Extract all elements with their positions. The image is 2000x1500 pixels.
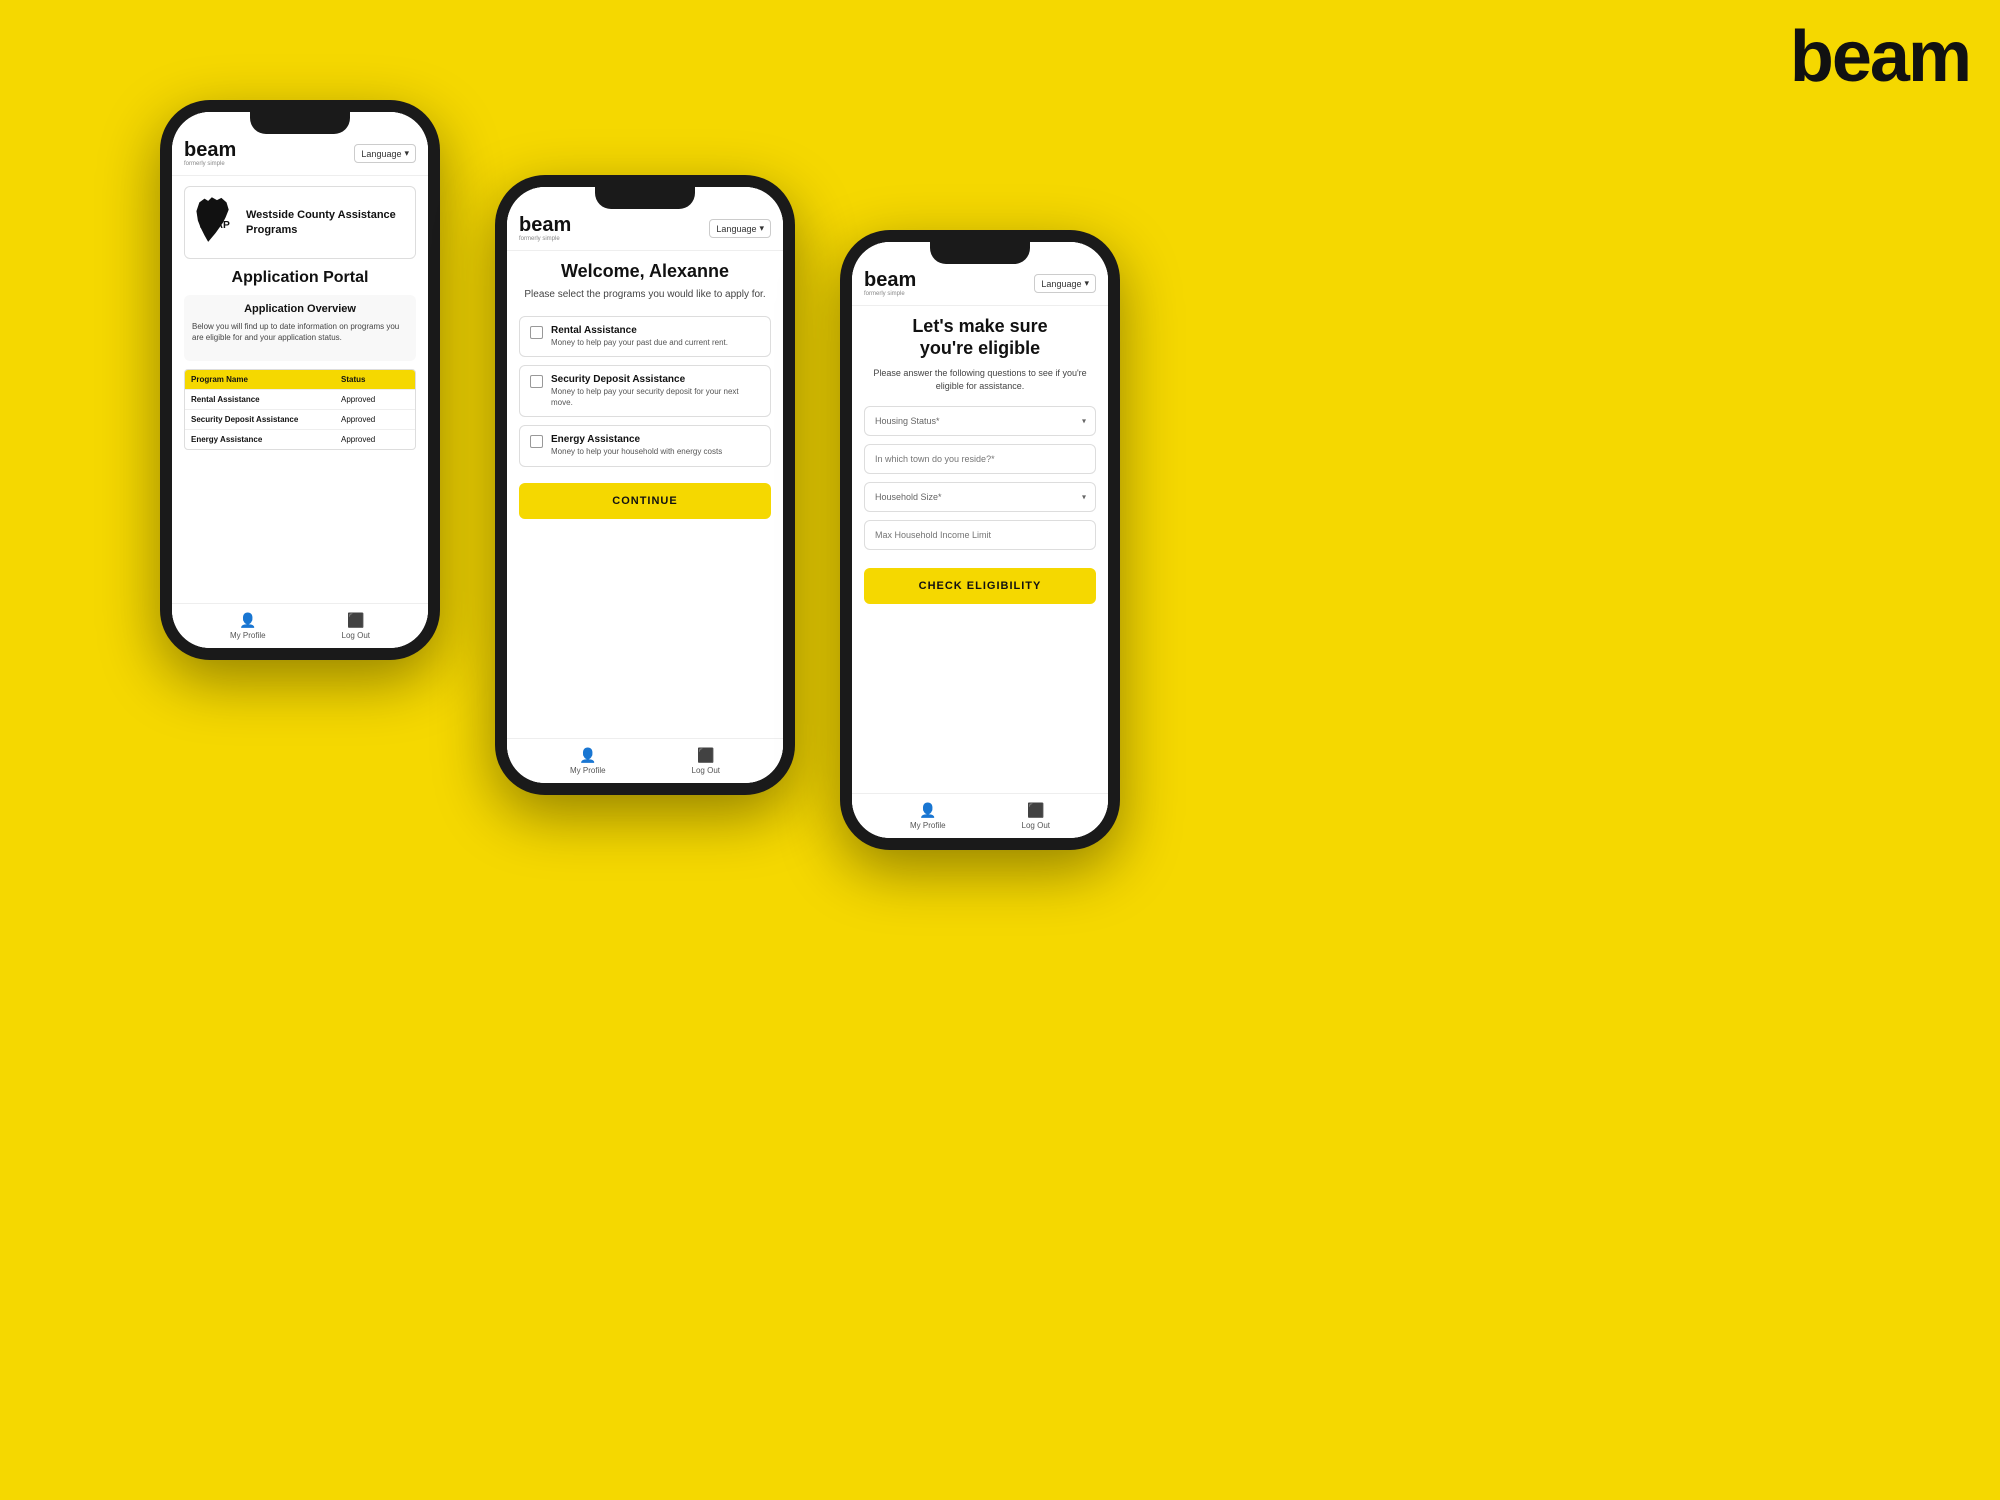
profile-label-3: My Profile xyxy=(910,821,946,830)
wcap-logo-icon: W CAP xyxy=(193,195,238,250)
notch-2 xyxy=(595,187,695,209)
check-eligibility-button[interactable]: CHECK ELIGIBILITY xyxy=(864,568,1096,604)
screen-1-body: W CAP Westside County Assistance Program… xyxy=(172,176,428,603)
profile-label-2: My Profile xyxy=(570,766,606,775)
profile-icon-3: 👤 xyxy=(919,802,936,819)
eligibility-description: Please answer the following questions to… xyxy=(864,367,1096,392)
checkbox-energy[interactable] xyxy=(530,435,543,448)
eligibility-title: Let's make sure you're eligible xyxy=(864,316,1096,359)
logout-button-2[interactable]: ⬛ Log Out xyxy=(692,747,720,775)
profile-icon-1: 👤 xyxy=(239,612,256,629)
phone-1: beam formerly simple Language ▾ W CAP xyxy=(160,100,440,660)
row-3-name: Energy Assistance xyxy=(185,430,335,449)
my-profile-button-3[interactable]: 👤 My Profile xyxy=(910,802,946,830)
chevron-down-icon-2: ▾ xyxy=(759,223,764,234)
security-deposit-desc: Money to help pay your security deposit … xyxy=(551,387,760,408)
beam-logo-2: beam xyxy=(519,215,571,235)
wcap-banner: W CAP Westside County Assistance Program… xyxy=(184,186,416,259)
table-header: Program Name Status xyxy=(185,370,415,389)
logout-label-1: Log Out xyxy=(342,631,370,640)
beam-logo-1: beam xyxy=(184,140,236,160)
rental-label: Rental Assistance xyxy=(551,325,728,336)
section-title-1: Application Overview xyxy=(192,303,408,315)
max-income-input[interactable] xyxy=(864,520,1096,550)
screen-1-footer: 👤 My Profile ⬛ Log Out xyxy=(172,603,428,648)
row-1-status: Approved xyxy=(335,390,415,409)
program-rental: Rental Assistance Money to help pay your… xyxy=(519,316,771,357)
logout-button-3[interactable]: ⬛ Log Out xyxy=(1022,802,1050,830)
beam-tagline-2: formerly simple xyxy=(519,236,571,242)
profile-icon-2: 👤 xyxy=(579,747,596,764)
eligibility-title-line2: you're eligible xyxy=(920,338,1040,358)
program-energy: Energy Assistance Money to help your hou… xyxy=(519,425,771,466)
chevron-down-icon-1: ▾ xyxy=(404,148,409,159)
my-profile-button-1[interactable]: 👤 My Profile xyxy=(230,612,266,640)
logout-label-3: Log Out xyxy=(1022,821,1050,830)
beam-logo-3: beam xyxy=(864,270,916,290)
screen-2-content: beam formerly simple Language ▾ Welcome,… xyxy=(507,187,783,783)
screen-3-footer: 👤 My Profile ⬛ Log Out xyxy=(852,793,1108,838)
screen-1-content: beam formerly simple Language ▾ W CAP xyxy=(172,112,428,648)
row-3-status: Approved xyxy=(335,430,415,449)
household-size-select[interactable]: Household Size* xyxy=(864,482,1096,512)
housing-status-wrapper: Housing Status* ▾ xyxy=(864,406,1096,436)
row-2-status: Approved xyxy=(335,410,415,429)
language-button-2[interactable]: Language ▾ xyxy=(709,219,771,238)
energy-desc: Money to help your household with energy… xyxy=(551,447,722,457)
logout-button-1[interactable]: ⬛ Log Out xyxy=(342,612,370,640)
table-row: Security Deposit Assistance Approved xyxy=(185,409,415,429)
california-silhouette xyxy=(196,197,228,242)
wcap-title: Westside County Assistance Programs xyxy=(246,208,407,237)
welcome-subtitle: Please select the programs you would lik… xyxy=(519,288,771,302)
rental-desc: Money to help pay your past due and curr… xyxy=(551,338,728,348)
logout-icon-3: ⬛ xyxy=(1027,802,1044,819)
row-2-name: Security Deposit Assistance xyxy=(185,410,335,429)
table-row: Rental Assistance Approved xyxy=(185,389,415,409)
notch-3 xyxy=(930,242,1030,264)
table-row: Energy Assistance Approved xyxy=(185,429,415,449)
section-desc-1: Below you will find up to date informati… xyxy=(192,321,408,343)
beam-tagline-3: formerly simple xyxy=(864,291,916,297)
phone-2: beam formerly simple Language ▾ Welcome,… xyxy=(495,175,795,795)
page-title-1: Application Portal xyxy=(184,269,416,287)
profile-label-1: My Profile xyxy=(230,631,266,640)
language-label-1: Language xyxy=(361,149,401,159)
logout-icon-1: ⬛ xyxy=(347,612,364,629)
screen-3-content: beam formerly simple Language ▾ Let's ma… xyxy=(852,242,1108,838)
beam-tagline-1: formerly simple xyxy=(184,161,236,167)
screen-2-body: Welcome, Alexanne Please select the prog… xyxy=(507,251,783,738)
checkbox-security-deposit[interactable] xyxy=(530,375,543,388)
my-profile-button-2[interactable]: 👤 My Profile xyxy=(570,747,606,775)
phone-3: beam formerly simple Language ▾ Let's ma… xyxy=(840,230,1120,850)
energy-label: Energy Assistance xyxy=(551,434,722,445)
welcome-title: Welcome, Alexanne xyxy=(519,261,771,282)
language-button-3[interactable]: Language ▾ xyxy=(1034,274,1096,293)
screen-2-footer: 👤 My Profile ⬛ Log Out xyxy=(507,738,783,783)
program-security-deposit: Security Deposit Assistance Money to hel… xyxy=(519,365,771,417)
town-input[interactable] xyxy=(864,444,1096,474)
brand-logo: beam xyxy=(1790,16,1970,98)
row-1-name: Rental Assistance xyxy=(185,390,335,409)
household-size-wrapper: Household Size* ▾ xyxy=(864,482,1096,512)
language-button-1[interactable]: Language ▾ xyxy=(354,144,416,163)
language-label-2: Language xyxy=(716,224,756,234)
col-status: Status xyxy=(335,370,415,389)
language-label-3: Language xyxy=(1041,279,1081,289)
checkbox-rental[interactable] xyxy=(530,326,543,339)
housing-status-select[interactable]: Housing Status* xyxy=(864,406,1096,436)
logout-icon-2: ⬛ xyxy=(697,747,714,764)
notch-1 xyxy=(250,112,350,134)
status-table: Program Name Status Rental Assistance Ap… xyxy=(184,369,416,450)
logout-label-2: Log Out xyxy=(692,766,720,775)
security-deposit-label: Security Deposit Assistance xyxy=(551,374,760,385)
screen-3-body: Let's make sure you're eligible Please a… xyxy=(852,306,1108,793)
eligibility-title-line1: Let's make sure xyxy=(912,316,1047,336)
continue-button[interactable]: CONTINUE xyxy=(519,483,771,519)
col-program-name: Program Name xyxy=(185,370,335,389)
chevron-down-icon-3: ▾ xyxy=(1084,278,1089,289)
